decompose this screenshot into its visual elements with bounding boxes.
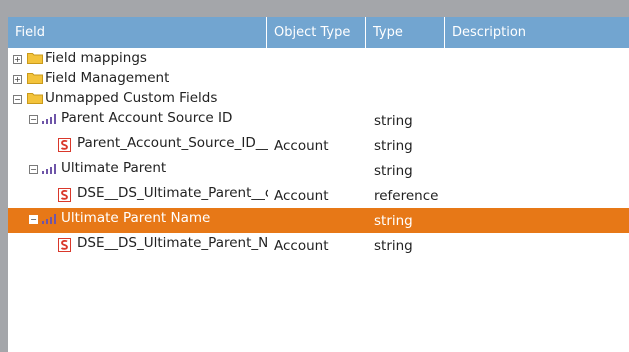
tree-row-label: Field mappings <box>45 50 147 66</box>
signal-icon <box>42 164 56 174</box>
folder-icon <box>27 73 43 84</box>
type-cell: string <box>374 213 413 229</box>
type-cell: string <box>374 138 413 154</box>
field-mapping-panel: Field Object Type Type Description + Fie… <box>8 17 629 352</box>
tree-row-label: Parent_Account_Source_ID__c <box>77 135 268 151</box>
salesforce-field-icon <box>58 188 71 202</box>
type-cell: string <box>374 238 413 254</box>
salesforce-field-icon <box>58 238 71 252</box>
tree-row-label: DSE__DS_Ultimate_Parent_Name__c <box>77 235 268 251</box>
column-header-type[interactable]: Type <box>366 17 445 48</box>
collapse-toggle[interactable]: − <box>29 115 38 124</box>
column-header-field[interactable]: Field <box>8 17 267 48</box>
column-header-bar: Field Object Type Type Description <box>8 17 629 49</box>
tree-row-label: Unmapped Custom Fields <box>45 90 218 106</box>
column-header-description[interactable]: Description <box>445 17 629 48</box>
collapse-toggle[interactable]: − <box>29 215 38 224</box>
tree-row-ultimate-parent-name-field[interactable]: DSE__DS_Ultimate_Parent_Name__c Account … <box>8 233 629 257</box>
tree-row-label: Ultimate Parent <box>61 160 167 176</box>
tree-row-label: DSE__DS_Ultimate_Parent__c <box>77 185 268 201</box>
collapse-toggle[interactable]: − <box>29 165 38 174</box>
collapse-toggle[interactable]: − <box>13 95 22 104</box>
column-header-object-type[interactable]: Object Type <box>267 17 366 48</box>
object-type-cell: Account <box>274 188 329 204</box>
signal-icon <box>42 214 56 224</box>
object-type-cell: Account <box>274 238 329 254</box>
tree-row-parent-account-source-id[interactable]: − Parent Account Source ID string <box>8 108 629 132</box>
tree-row-ultimate-parent-field[interactable]: DSE__DS_Ultimate_Parent__c Account refer… <box>8 183 629 207</box>
folder-icon <box>27 93 43 104</box>
type-cell: string <box>374 163 413 179</box>
tree-row-ultimate-parent-name[interactable]: − Ultimate Parent Name string <box>8 208 629 233</box>
tree-row-label: Ultimate Parent Name <box>61 210 211 226</box>
expand-toggle[interactable]: + <box>13 55 22 64</box>
salesforce-field-icon <box>58 138 71 152</box>
field-tree-grid: + Field mappings + Field Management − Un… <box>8 48 629 352</box>
tree-row-label: Parent Account Source ID <box>61 110 233 126</box>
signal-icon <box>42 114 56 124</box>
type-cell: string <box>374 113 413 129</box>
tree-row-ultimate-parent[interactable]: − Ultimate Parent string <box>8 158 629 182</box>
tree-row-label: Field Management <box>45 70 170 86</box>
tree-row-parent-account-source-id-field[interactable]: Parent_Account_Source_ID__c Account stri… <box>8 133 629 157</box>
folder-icon <box>27 53 43 64</box>
expand-toggle[interactable]: + <box>13 75 22 84</box>
object-type-cell: Account <box>274 138 329 154</box>
type-cell: reference <box>374 188 439 204</box>
